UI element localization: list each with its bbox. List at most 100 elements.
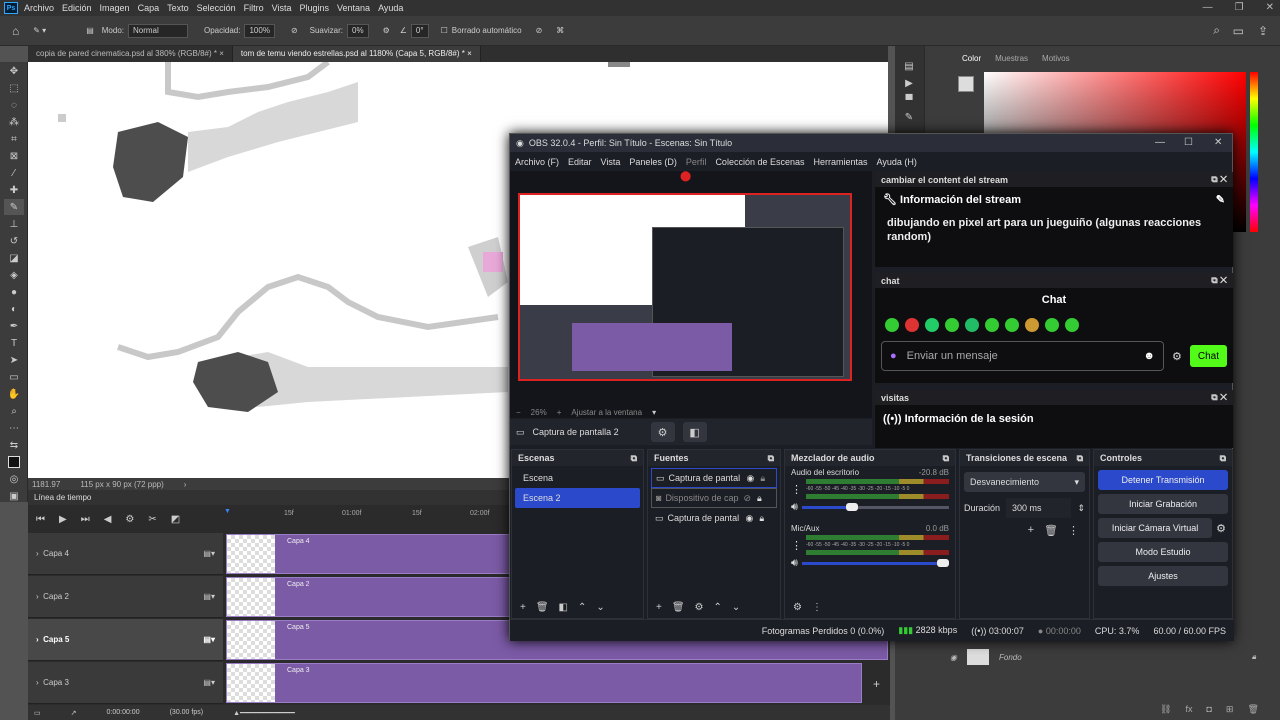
transition-menu-icon[interactable]: ⋮ (1068, 524, 1079, 537)
scene-item[interactable]: Escena (515, 468, 640, 488)
mode-select[interactable]: Normal (128, 23, 188, 38)
move-down-icon[interactable]: ⌄ (596, 602, 604, 613)
speaker-icon[interactable]: 🔊︎ (791, 557, 798, 570)
paint-bucket-icon[interactable]: ◈ (4, 267, 24, 283)
split-icon[interactable]: ✂ (148, 514, 156, 525)
volume-knob[interactable] (937, 559, 949, 567)
next-frame-icon[interactable]: ⏭ (81, 514, 90, 525)
close-icon[interactable]: ✕ (1220, 275, 1227, 285)
lock-icon[interactable]: 🔒︎ (759, 513, 764, 524)
obs-menu-perfil[interactable]: Perfil (686, 157, 707, 167)
timeline-layer-row[interactable]: › Capa 2 ▤▾ (28, 576, 223, 618)
ps-menu-ayuda[interactable]: Ayuda (378, 3, 403, 13)
undock-icon[interactable]: ⧉ (1077, 453, 1083, 464)
history-panel-icon[interactable]: ▤ (899, 58, 919, 74)
visibility-icon[interactable]: ◉ (746, 513, 754, 524)
smoothing-settings-icon[interactable]: ⚙ (383, 26, 390, 35)
timeline-zoom-slider[interactable]: ▲━━━━━━━━━━━━━ (233, 709, 295, 717)
ps-menu-seleccion[interactable]: Selección (197, 3, 236, 13)
timeline-settings-icon[interactable]: ⚙ (125, 514, 134, 525)
zoom-tool-icon[interactable]: ⌕ (4, 403, 24, 419)
ps-menu-ventana[interactable]: Ventana (337, 3, 370, 13)
quick-mask-icon[interactable]: ◎ (4, 471, 24, 487)
add-source-icon[interactable]: + (656, 602, 662, 613)
source-properties-icon[interactable]: ⚙ (650, 422, 675, 442)
eyedropper-icon[interactable]: ⁄ (4, 165, 24, 181)
emote-icon[interactable] (925, 318, 939, 332)
emote-icon[interactable] (1045, 318, 1059, 332)
audio-icon[interactable]: ◀ (104, 514, 112, 525)
rectangle-tool-icon[interactable]: ▭ (4, 369, 24, 385)
undock-icon[interactable]: ⧉ (943, 453, 949, 464)
close-icon[interactable]: ✕ (1266, 2, 1274, 13)
layers-panel-row[interactable]: ◉ Fondo 🔒︎ (950, 646, 1270, 668)
ps-menu-vista[interactable]: Vista (272, 3, 292, 13)
chat-input[interactable]: ● Enviar un mensaje ☻ (881, 341, 1164, 371)
transition-select[interactable]: Desvanecimiento ▾ (964, 472, 1085, 492)
pencil-icon[interactable]: ✎ (4, 199, 24, 215)
search-icon[interactable]: ⌕ (1213, 23, 1220, 38)
stop-streaming-button[interactable]: Detener Transmisión (1098, 470, 1228, 490)
hue-slider[interactable] (1250, 72, 1258, 232)
ps-menu-archivo[interactable]: Archivo (24, 3, 54, 13)
scene-filters-icon[interactable]: ◧ (559, 602, 568, 613)
volume-slider[interactable] (801, 503, 949, 511)
ps-menu-texto[interactable]: Texto (167, 3, 189, 13)
ps-menu-filtro[interactable]: Filtro (244, 3, 264, 13)
channel-menu-icon[interactable]: ⋮ (791, 539, 802, 552)
fx-icon[interactable]: fx (1185, 704, 1192, 715)
tab-patterns[interactable]: Motivos (1042, 54, 1070, 63)
render-icon[interactable]: ↗ (71, 709, 77, 717)
ps-menu-capa[interactable]: Capa (138, 3, 160, 13)
zoom-dropdown-icon[interactable]: ▾ (652, 408, 656, 417)
path-select-icon[interactable]: ➤ (4, 352, 24, 368)
pen-tool-icon[interactable]: ✒ (4, 318, 24, 334)
obs-menu-editar[interactable]: Editar (568, 157, 592, 167)
emote-icon[interactable] (985, 318, 999, 332)
maximize-icon[interactable]: ❐ (1235, 2, 1244, 13)
settings-button[interactable]: Ajustes (1098, 566, 1228, 586)
obs-menu-paneles[interactable]: Paneles (D) (629, 157, 677, 167)
source-settings-icon[interactable]: ⚙ (695, 602, 704, 613)
remove-source-icon[interactable]: 🗑︎ (672, 602, 685, 613)
emoji-icon[interactable]: ☻ (1143, 350, 1155, 362)
tab-swatches[interactable]: Muestras (995, 54, 1028, 63)
blur-icon[interactable]: ● (4, 284, 24, 300)
close-icon[interactable]: ✕ (1220, 174, 1227, 184)
start-virtual-camera-button[interactable]: Iniciar Cámara Virtual (1098, 518, 1213, 538)
move-up-icon[interactable]: ⌃ (714, 602, 722, 613)
virtual-camera-settings-icon[interactable]: ⚙ (1216, 522, 1226, 535)
chat-send-button[interactable]: Chat (1189, 345, 1227, 367)
move-up-icon[interactable]: ⌃ (578, 602, 586, 613)
undock-icon[interactable]: ⧉ (1211, 174, 1217, 184)
start-recording-button[interactable]: Iniciar Grabación (1098, 494, 1228, 514)
obs-preview[interactable]: ⬤ (510, 171, 872, 418)
swap-colors-icon[interactable]: ⇆ (4, 437, 24, 453)
emote-icon[interactable] (1005, 318, 1019, 332)
edit-icon[interactable]: ✎ (1216, 193, 1225, 206)
timeline-layer-row[interactable]: › Capa 5 ▤▾ (28, 619, 223, 661)
undock-icon[interactable]: ⧉ (1211, 275, 1217, 285)
magic-wand-icon[interactable]: ⁂ (4, 114, 24, 130)
scene-item-selected[interactable]: Escena 2 (515, 488, 640, 508)
ps-menu-plugins[interactable]: Plugins (300, 3, 330, 13)
brush-panel-icon[interactable]: ✎ (899, 109, 919, 125)
emote-icon[interactable] (1025, 318, 1039, 332)
add-track-icon[interactable]: + (873, 677, 880, 691)
type-tool-icon[interactable]: T (4, 335, 24, 351)
channel-menu-icon[interactable]: ⋮ (791, 483, 802, 496)
visibility-icon[interactable]: ◉ (747, 473, 755, 484)
undock-icon[interactable]: ⧉ (768, 453, 774, 464)
smooth-input[interactable]: 0% (347, 23, 369, 38)
tab-color[interactable]: Color (962, 54, 981, 63)
playhead-icon[interactable]: ▼ (224, 508, 231, 515)
preview-capture[interactable] (518, 193, 852, 381)
zoom-out-icon[interactable]: − (516, 408, 521, 417)
chat-settings-icon[interactable]: ⚙ (1172, 350, 1182, 363)
history-brush-icon[interactable]: ↺ (4, 233, 24, 249)
pressure-size-icon[interactable]: ⊘ (536, 26, 543, 35)
status-arrow-icon[interactable]: › (184, 480, 187, 489)
timeline-layer-row[interactable]: › Capa 4 ▤▾ (28, 533, 223, 575)
undock-icon[interactable]: ⧉ (631, 453, 637, 464)
timeline-layer-row[interactable]: › Capa 3 ▤▾ (28, 662, 223, 704)
